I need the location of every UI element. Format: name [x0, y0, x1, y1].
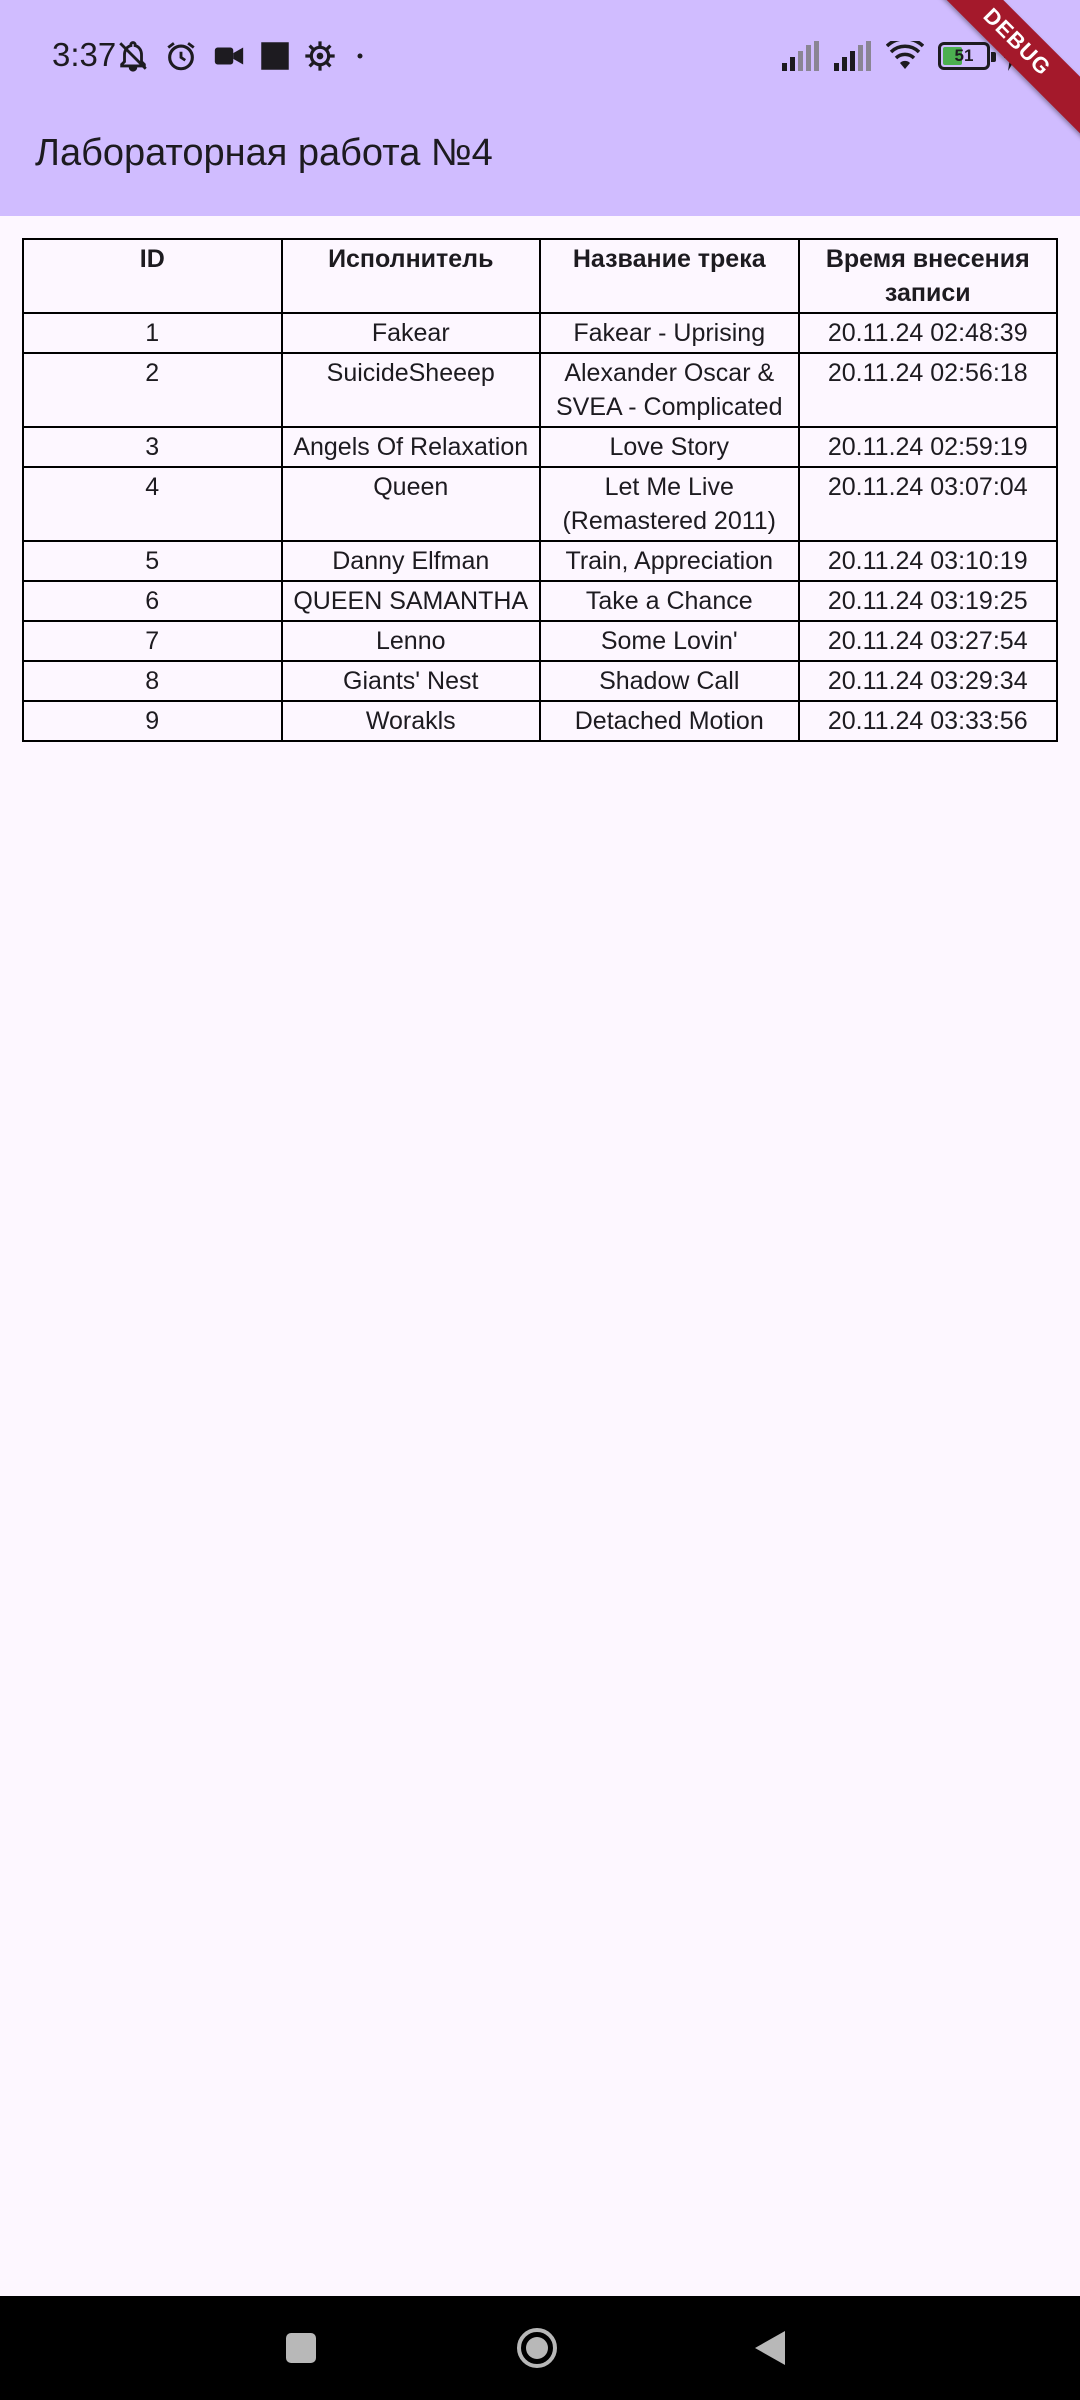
cell-record-time: 20.11.24 03:10:19: [797, 540, 1058, 582]
table-row: 4 Queen Let Me Live (Remastered 2011) 20…: [22, 466, 1058, 542]
cell-artist: Giants' Nest: [280, 660, 541, 702]
recents-button[interactable]: [249, 2296, 353, 2400]
cell-id: 3: [22, 426, 283, 468]
tracks-table-container: ID Исполнитель Название трека Время внес…: [22, 238, 1058, 742]
battery-level: 51: [954, 46, 974, 65]
cell-id: 6: [22, 580, 283, 622]
alarm-icon: [167, 42, 195, 71]
battery-tip: [991, 52, 996, 62]
cell-id: 5: [22, 540, 283, 582]
status-time: 3:37: [52, 36, 117, 73]
cell-record-time: 20.11.24 02:48:39: [797, 312, 1058, 354]
wifi-icon: [886, 41, 924, 69]
status-notification-icons: [116, 38, 370, 74]
header-track-title: Название трека: [539, 238, 800, 314]
recents-icon: [286, 2333, 316, 2363]
cell-id: 1: [22, 312, 283, 354]
tracks-table: ID Исполнитель Название трека Время внес…: [22, 238, 1058, 742]
cell-track-title: Train, Appreciation: [539, 540, 800, 582]
cell-track-title: Fakear - Uprising: [539, 312, 800, 354]
cell-artist: QUEEN SAMANTHA: [280, 580, 541, 622]
cell-artist: SuicideSheeep: [280, 352, 541, 428]
status-system-icons: 51: [782, 38, 1020, 74]
table-row: 1 Fakear Fakear - Uprising 20.11.24 02:4…: [22, 312, 1058, 354]
cell-id: 9: [22, 700, 283, 742]
table-row: 6 QUEEN SAMANTHA Take a Chance 20.11.24 …: [22, 580, 1058, 622]
cell-track-title: Shadow Call: [539, 660, 800, 702]
cell-record-time: 20.11.24 02:59:19: [797, 426, 1058, 468]
cell-record-time: 20.11.24 03:19:25: [797, 580, 1058, 622]
app-bar: Лабораторная работа №4: [0, 112, 1080, 216]
cell-artist: Worakls: [280, 700, 541, 742]
navigation-bar: [0, 2296, 1080, 2400]
cell-record-time: 20.11.24 03:33:56: [797, 700, 1058, 742]
table-row: 5 Danny Elfman Train, Appreciation 20.11…: [22, 540, 1058, 582]
home-icon: [517, 2328, 557, 2368]
cell-artist: Danny Elfman: [280, 540, 541, 582]
table-row: 8 Giants' Nest Shadow Call 20.11.24 03:2…: [22, 660, 1058, 702]
header-record-time: Время внесения записи: [797, 238, 1058, 314]
cell-record-time: 20.11.24 03:29:34: [797, 660, 1058, 702]
table-row: 3 Angels Of Relaxation Love Story 20.11.…: [22, 426, 1058, 468]
header-id: ID: [22, 238, 283, 314]
back-icon: [755, 2331, 785, 2365]
back-button[interactable]: [718, 2296, 822, 2400]
table-row: 2 SuicideSheeep Alexander Oscar & SVEA -…: [22, 352, 1058, 428]
settings-icon: [305, 41, 335, 71]
cell-track-title: Love Story: [539, 426, 800, 468]
cell-record-time: 20.11.24 03:07:04: [797, 466, 1058, 542]
cell-artist: Fakear: [280, 312, 541, 354]
signal-icon: [834, 41, 871, 71]
status-bar: 3:37 51: [0, 0, 1080, 112]
table-header-row: ID Исполнитель Название трека Время внес…: [22, 238, 1058, 314]
cell-track-title: Let Me Live (Remastered 2011): [539, 466, 800, 542]
video-icon: [214, 47, 244, 65]
cell-track-title: Take a Chance: [539, 580, 800, 622]
cell-id: 4: [22, 466, 283, 542]
signal-icon: [782, 41, 819, 71]
header-artist: Исполнитель: [280, 238, 541, 314]
dot-icon: [357, 53, 363, 59]
cell-id: 2: [22, 352, 283, 428]
table-row: 7 Lenno Some Lovin' 20.11.24 03:27:54: [22, 620, 1058, 662]
square-icon: [261, 42, 289, 70]
cell-artist: Angels Of Relaxation: [280, 426, 541, 468]
cell-record-time: 20.11.24 03:27:54: [797, 620, 1058, 662]
cell-artist: Lenno: [280, 620, 541, 662]
home-button[interactable]: [485, 2296, 589, 2400]
page-title: Лабораторная работа №4: [35, 132, 493, 174]
table-row: 9 Worakls Detached Motion 20.11.24 03:33…: [22, 700, 1058, 742]
cell-track-title: Detached Motion: [539, 700, 800, 742]
cell-id: 8: [22, 660, 283, 702]
cell-track-title: Some Lovin': [539, 620, 800, 662]
cell-id: 7: [22, 620, 283, 662]
cell-track-title: Alexander Oscar & SVEA - Complicated: [539, 352, 800, 428]
bell-off-icon: [119, 41, 147, 72]
cell-artist: Queen: [280, 466, 541, 542]
cell-record-time: 20.11.24 02:56:18: [797, 352, 1058, 428]
battery-icon: 51: [938, 42, 996, 70]
